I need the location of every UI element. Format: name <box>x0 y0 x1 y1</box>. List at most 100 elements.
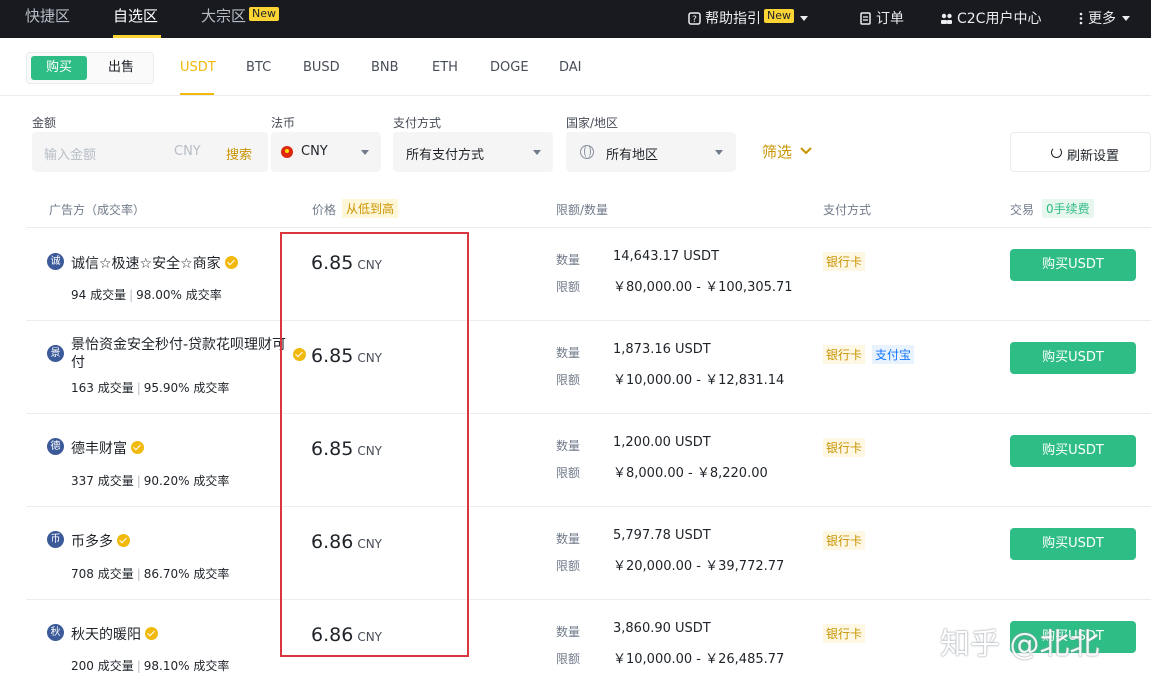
completion-rate: 98.00% 成交率 <box>136 288 222 302</box>
more-menu[interactable]: 更多 <box>1078 8 1130 28</box>
orders-label: 订单 <box>876 11 904 27</box>
buy-usdt-button[interactable]: 购买USDT <box>1010 249 1136 281</box>
payment-tag-bank: 银行卡 <box>823 531 866 550</box>
fiat-label: 法币 <box>271 116 296 130</box>
advertiser-name[interactable]: 景怡资金安全秒付-贷款花呗理财可付 <box>71 336 287 372</box>
tab-block-label: 大宗区 <box>201 7 247 25</box>
limit-value: ￥10,000.00 - ￥26,485.77 <box>613 652 785 667</box>
verified-icon <box>131 441 144 454</box>
amount-unit: CNY <box>174 144 201 159</box>
tab-custom[interactable]: 自选区 <box>113 5 158 26</box>
col-price: 价格 <box>312 203 337 217</box>
sell-toggle-button[interactable]: 出售 <box>93 56 149 80</box>
payment-label: 支付方式 <box>393 116 442 130</box>
cny-flag-icon <box>281 146 293 158</box>
svg-text:?: ? <box>692 15 697 25</box>
amount-field[interactable]: 输入金额 CNY 搜索 <box>32 132 268 172</box>
chevron-down-icon <box>533 150 541 155</box>
search-button[interactable]: 搜索 <box>226 144 252 163</box>
coin-tab-underline <box>180 93 214 95</box>
coin-tab-busd[interactable]: BUSD <box>303 60 340 75</box>
region-select[interactable]: 所有地区 <box>566 132 736 172</box>
advertiser-name-text: 诚信☆极速☆安全☆商家 <box>71 256 221 272</box>
order-count: 708 成交量 <box>71 567 134 581</box>
zero-fee-badge: 0手续费 <box>1042 199 1094 218</box>
avatar: 景 <box>47 345 64 362</box>
qty-value: 3,860.90 USDT <box>613 621 711 636</box>
qty-value: 5,797.78 USDT <box>613 528 711 543</box>
buy-usdt-button[interactable]: 购买USDT <box>1010 435 1136 467</box>
advertiser-stats: 94 成交量 | 98.00% 成交率 <box>71 288 222 302</box>
fiat-select[interactable]: CNY <box>271 132 381 172</box>
payment-tag-bank: 银行卡 <box>823 252 866 271</box>
coin-tab-dai[interactable]: DAI <box>559 60 582 75</box>
tab-quick[interactable]: 快捷区 <box>25 5 70 26</box>
verified-icon <box>145 627 158 640</box>
help-new-badge: New <box>764 9 794 23</box>
region-value: 所有地区 <box>606 148 659 163</box>
price-highlight-box <box>280 232 469 657</box>
coin-tab-btc[interactable]: BTC <box>246 60 271 75</box>
top-navbar: 快捷区 自选区 大宗区 New ? 帮助指引 New 订单 C2C用户中心 更多 <box>0 0 1151 38</box>
filter-toggle[interactable]: 筛选 <box>762 141 812 162</box>
advertiser-name[interactable]: 德丰财富 <box>71 438 144 458</box>
refresh-settings-button[interactable]: 刷新设置 <box>1010 132 1151 172</box>
limit-value: ￥80,000.00 - ￥100,305.71 <box>613 280 793 295</box>
help-guide-menu[interactable]: ? 帮助指引 New <box>688 8 808 28</box>
tab-block[interactable]: 大宗区 New <box>201 5 280 26</box>
advertiser-stats: 163 成交量 | 95.90% 成交率 <box>71 381 230 395</box>
completion-rate: 98.10% 成交率 <box>143 659 230 673</box>
buy-usdt-button[interactable]: 购买USDT <box>1010 342 1136 374</box>
help-icon: ? <box>688 12 701 25</box>
buy-usdt-button[interactable]: 购买USDT <box>1010 528 1136 560</box>
fiat-value: CNY <box>301 144 328 159</box>
coin-tab-bnb[interactable]: BNB <box>371 60 399 75</box>
limit-label: 限额 <box>556 652 581 666</box>
help-label: 帮助指引 <box>705 11 761 27</box>
coin-tab-eth[interactable]: ETH <box>432 60 458 75</box>
advertiser-name[interactable]: 诚信☆极速☆安全☆商家 <box>71 253 238 273</box>
payment-select[interactable]: 所有支付方式 <box>393 132 553 172</box>
chevron-down-icon <box>800 147 812 155</box>
verified-icon <box>117 534 130 547</box>
chevron-down-icon <box>800 16 808 21</box>
limit-label: 限额 <box>556 373 581 387</box>
advertiser-name[interactable]: 秋天的暖阳 <box>71 624 158 644</box>
avatar: 诚 <box>47 253 64 270</box>
order-count: 200 成交量 <box>71 659 134 673</box>
amount-label: 金额 <box>32 116 57 130</box>
advertiser-name-text: 秋天的暖阳 <box>71 627 141 643</box>
order-count: 94 成交量 <box>71 288 127 302</box>
orders-link[interactable]: 订单 <box>859 8 904 28</box>
payment-tag-alipay: 支付宝 <box>872 345 915 364</box>
new-badge: New <box>249 7 280 21</box>
users-icon <box>941 13 952 24</box>
col-limit: 限额/数量 <box>556 203 609 217</box>
chevron-down-icon <box>715 150 723 155</box>
payment-tag-bank: 银行卡 <box>823 438 866 457</box>
completion-rate: 90.20% 成交率 <box>143 474 230 488</box>
qty-value: 1,873.16 USDT <box>613 342 711 357</box>
refresh-label: 刷新设置 <box>1067 149 1120 164</box>
table-row: 诚 诚信☆极速☆安全☆商家 94 成交量 | 98.00% 成交率 6.85 CNY … <box>26 227 1151 320</box>
coin-tab-doge[interactable]: DOGE <box>490 60 529 75</box>
order-count: 337 成交量 <box>71 474 134 488</box>
completion-rate: 95.90% 成交率 <box>143 381 230 395</box>
coin-tab-bar: 购买 出售 USDT BTC BUSD BNB ETH DOGE DAI <box>0 38 1151 96</box>
advertiser-name[interactable]: 币多多 <box>71 531 130 551</box>
limit-value: ￥10,000.00 - ￥12,831.14 <box>613 373 785 388</box>
coin-tab-usdt[interactable]: USDT <box>180 60 216 75</box>
order-count: 163 成交量 <box>71 381 134 395</box>
limit-label: 限额 <box>556 466 581 480</box>
col-payment: 支付方式 <box>823 203 872 217</box>
advertiser-stats: 200 成交量 | 98.10% 成交率 <box>71 659 230 673</box>
limit-label: 限额 <box>556 559 581 573</box>
price-sort-badge[interactable]: 从低到高 <box>342 199 399 218</box>
qty-label: 数量 <box>556 253 581 267</box>
buy-toggle-button[interactable]: 购买 <box>31 56 87 80</box>
payment-tag-bank: 银行卡 <box>823 624 866 643</box>
table-row: 德 德丰财富 337 成交量 | 90.20% 成交率 6.85 CNY 数量 1,2… <box>26 413 1151 506</box>
advertiser-stats: 708 成交量 | 86.70% 成交率 <box>71 567 230 581</box>
completion-rate: 86.70% 成交率 <box>143 567 230 581</box>
c2c-center-link[interactable]: C2C用户中心 <box>940 8 1041 28</box>
